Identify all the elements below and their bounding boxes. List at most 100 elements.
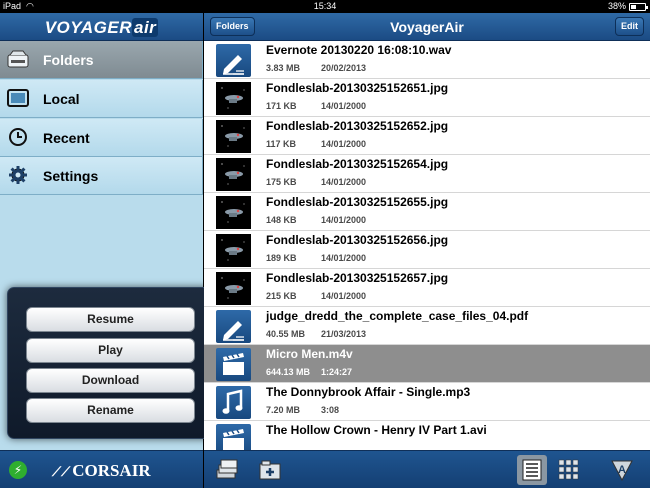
sidebar-item-label: Recent xyxy=(43,130,90,146)
sort-icon[interactable]: A xyxy=(609,458,635,482)
sidebar-item-label: Settings xyxy=(43,168,99,184)
file-list: Evernote 20130220 16:08:10.wav 3.83 MB 20/… xyxy=(204,41,650,450)
file-date: 14/01/2000 xyxy=(321,101,367,111)
battery-percent: 38% xyxy=(607,1,626,11)
file-date: 14/01/2000 xyxy=(321,291,367,301)
file-size: 148 KB xyxy=(266,215,297,225)
power-icon[interactable]: ⚡ xyxy=(9,461,27,479)
file-action-popup: Resume Play Download Rename xyxy=(7,287,222,439)
file-size: 175 KB xyxy=(266,177,297,187)
logo-bar: VOYAGER air xyxy=(0,13,203,41)
file-meta: 3.83 MB 20/02/2013 xyxy=(266,63,366,73)
file-row[interactable]: Fondleslab-20130325152652.jpg 117 KB 14/01… xyxy=(204,117,650,155)
drive-icon xyxy=(7,50,29,68)
file-date: 14/01/2000 xyxy=(321,139,367,149)
file-row[interactable]: judge_dredd_the_complete_case_files_04.p… xyxy=(204,307,650,345)
resume-button[interactable]: Resume xyxy=(26,307,195,332)
battery-icon xyxy=(629,3,648,11)
file-meta: 189 KB 14/01/2000 xyxy=(266,253,366,263)
file-date: 14/01/2000 xyxy=(321,215,367,225)
file-row[interactable]: Micro Men.m4v 644.13 MB 1:24:27 xyxy=(204,345,650,383)
file-meta: 40.55 MB 21/03/2013 xyxy=(266,329,366,339)
doc-file-icon xyxy=(216,310,251,343)
ipad-icon xyxy=(7,89,29,107)
grid-view-icon[interactable] xyxy=(556,458,582,482)
svg-text:A: A xyxy=(618,464,626,476)
sidebar-item-settings[interactable]: Settings xyxy=(0,157,203,195)
image-thumbnail xyxy=(216,196,251,229)
edit-button[interactable]: Edit xyxy=(615,17,644,36)
file-size: 7.20 MB xyxy=(266,405,301,415)
file-row[interactable]: The Donnybrook Affair - Single.mp3 7.20 M… xyxy=(204,383,650,421)
sidebar-item-recent[interactable]: Recent xyxy=(0,119,203,157)
file-meta: 7.20 MB 3:08 xyxy=(266,405,339,415)
voyager-air-logo: VOYAGER air xyxy=(44,18,159,37)
file-meta: 171 KB 14/01/2000 xyxy=(266,101,366,111)
file-meta xyxy=(266,443,321,450)
clock-time: 15:34 xyxy=(313,1,337,11)
file-meta: 644.13 MB 1:24:27 xyxy=(266,367,352,377)
sidebar-item-local[interactable]: Local xyxy=(0,80,203,118)
file-date: 21/03/2013 xyxy=(321,329,367,339)
file-date: 14/01/2000 xyxy=(321,253,367,263)
sidebar-bottom-bar: ⚡ ⟋⟋ CORSAIR xyxy=(0,450,203,488)
file-size: 3.83 MB xyxy=(266,63,301,73)
file-meta: 148 KB 14/01/2000 xyxy=(266,215,366,225)
image-thumbnail xyxy=(216,82,251,115)
file-size: 189 KB xyxy=(266,253,297,263)
doc-file-icon xyxy=(216,44,251,77)
file-row[interactable]: The Hollow Crown - Henry IV Part 1.avi xyxy=(204,421,650,450)
image-thumbnail xyxy=(216,120,251,153)
image-thumbnail xyxy=(216,234,251,267)
file-row[interactable]: Fondleslab-20130325152654.jpg 175 KB 14/01… xyxy=(204,155,650,193)
file-date: 3:08 xyxy=(321,405,340,415)
file-row[interactable]: Fondleslab-20130325152655.jpg 148 KB 14/01… xyxy=(204,193,650,231)
download-button[interactable]: Download xyxy=(26,368,195,393)
file-size: 644.13 MB xyxy=(266,367,311,377)
file-row[interactable]: Evernote 20130220 16:08:10.wav 3.83 MB 20/… xyxy=(204,41,650,79)
file-size: 171 KB xyxy=(266,101,297,111)
sidebar-item-label: Folders xyxy=(43,52,94,68)
clock-icon xyxy=(9,128,27,146)
add-folder-icon[interactable] xyxy=(258,458,284,482)
gear-icon xyxy=(9,166,27,184)
file-meta: 215 KB 14/01/2000 xyxy=(266,291,366,301)
file-name: The Hollow Crown - Henry IV Part 1.avi xyxy=(266,423,487,437)
image-thumbnail xyxy=(216,272,251,305)
sails-icon: ⟋⟋ xyxy=(52,464,71,479)
video-file-icon xyxy=(216,424,251,450)
stack-icon[interactable] xyxy=(214,458,240,482)
status-bar: iPad ◠ 15:34 38% xyxy=(0,0,650,13)
header-bar: Folders VoyagerAir Edit xyxy=(204,13,650,41)
file-name: Fondleslab-20130325152655.jpg xyxy=(266,195,449,209)
video-file-icon xyxy=(216,348,251,381)
file-name: Fondleslab-20130325152652.jpg xyxy=(266,119,449,133)
file-row[interactable]: Fondleslab-20130325152656.jpg 189 KB 14/01… xyxy=(204,231,650,269)
sidebar-item-folders[interactable]: Folders xyxy=(0,41,203,79)
file-name: Micro Men.m4v xyxy=(266,347,353,361)
file-row[interactable]: Fondleslab-20130325152651.jpg 171 KB 14/01… xyxy=(204,79,650,117)
file-date: 14/01/2000 xyxy=(321,177,367,187)
page-title: VoyagerAir xyxy=(390,19,464,35)
file-name: The Donnybrook Affair - Single.mp3 xyxy=(266,385,471,399)
list-view-icon[interactable] xyxy=(517,455,547,485)
file-name: Fondleslab-20130325152656.jpg xyxy=(266,233,449,247)
corsair-brand: ⟋⟋ CORSAIR xyxy=(52,461,151,480)
file-name: Fondleslab-20130325152657.jpg xyxy=(266,271,449,285)
file-row[interactable]: Fondleslab-20130325152657.jpg 215 KB 14/01… xyxy=(204,269,650,307)
file-name: Evernote 20130220 16:08:10.wav xyxy=(266,43,452,57)
file-size: 117 KB xyxy=(266,139,297,149)
file-meta: 175 KB 14/01/2000 xyxy=(266,177,366,187)
play-button[interactable]: Play xyxy=(26,338,195,363)
file-meta: 117 KB 14/01/2000 xyxy=(266,139,366,149)
rename-button[interactable]: Rename xyxy=(26,398,195,423)
file-name: Fondleslab-20130325152651.jpg xyxy=(266,81,449,95)
file-name: judge_dredd_the_complete_case_files_04.p… xyxy=(266,309,529,323)
file-size: 40.55 MB xyxy=(266,329,306,339)
audio-file-icon xyxy=(216,386,251,419)
file-date: 1:24:27 xyxy=(321,367,353,377)
file-size: 215 KB xyxy=(266,291,297,301)
image-thumbnail xyxy=(216,158,251,191)
sidebar-item-label: Local xyxy=(43,91,80,107)
file-date: 20/02/2013 xyxy=(321,63,367,73)
